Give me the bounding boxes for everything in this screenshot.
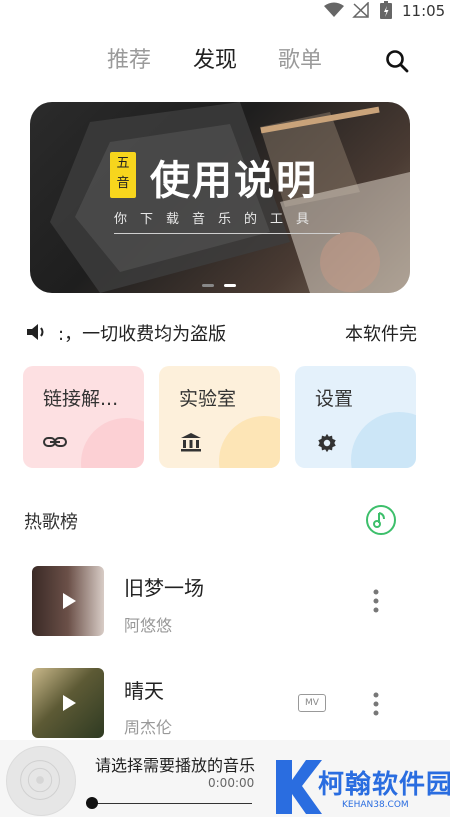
- music-note-icon: [373, 512, 385, 528]
- progress-knob[interactable]: [86, 797, 98, 809]
- search-icon[interactable]: [384, 48, 410, 74]
- watermark-text: 柯翰软件园: [318, 770, 450, 800]
- speaker-icon: [27, 324, 44, 340]
- card-title: 设置: [315, 388, 354, 410]
- watermark-url: KEHAN38.COM: [342, 800, 409, 810]
- card-decoration: [351, 412, 416, 468]
- battery-icon: [380, 1, 392, 19]
- disc-icon: [20, 760, 60, 800]
- badge-char-2: 音: [116, 176, 130, 191]
- status-time: 11:05: [402, 2, 446, 20]
- settings-card[interactable]: 设置: [295, 366, 416, 468]
- tab-playlist[interactable]: 歌单: [278, 42, 322, 74]
- link-parse-card[interactable]: 链接解...: [23, 366, 144, 468]
- bank-icon: [181, 433, 201, 452]
- song-title[interactable]: 旧梦一场: [124, 572, 204, 601]
- music-note-button[interactable]: [366, 505, 396, 535]
- carousel-dot-1[interactable]: [202, 284, 214, 287]
- app-screen: 11:05 推荐 发现 歌单 五 音 使用说明 你下载音乐的工具 :，一切收费均…: [0, 0, 450, 817]
- progress-track[interactable]: [92, 803, 252, 804]
- play-icon: [63, 593, 76, 609]
- song-artist: 周杰伦: [124, 718, 173, 737]
- player-title: 请选择需要播放的音乐: [95, 756, 256, 775]
- song-artist: 阿悠悠: [124, 616, 173, 635]
- play-icon: [63, 695, 76, 711]
- carousel-dot-2[interactable]: [224, 284, 236, 287]
- banner-subtitle: 你下载音乐的工具: [114, 212, 323, 227]
- card-decoration: [81, 418, 144, 468]
- card-title: 链接解...: [43, 388, 119, 410]
- song-cover[interactable]: [32, 668, 104, 738]
- banner-logo-badge: 五 音: [110, 152, 136, 198]
- banner-title: 使用说明: [150, 158, 318, 204]
- player-time: 0:00:00: [208, 776, 255, 790]
- card-decoration: [219, 416, 280, 468]
- lab-card[interactable]: 实验室: [159, 366, 280, 468]
- more-vert-icon[interactable]: [368, 588, 384, 614]
- notice-text: :，一切收费均为盗版: [58, 324, 227, 345]
- card-title: 实验室: [179, 388, 237, 410]
- hot-list-title: 热歌榜: [24, 512, 78, 533]
- song-cover[interactable]: [32, 566, 104, 636]
- gear-icon: [318, 433, 336, 453]
- signal-icon: [352, 2, 369, 18]
- banner-divider: [114, 233, 340, 234]
- mv-badge[interactable]: MV: [298, 694, 326, 712]
- wifi-icon: [324, 2, 344, 17]
- banner-carousel[interactable]: 五 音 使用说明 你下载音乐的工具: [30, 102, 410, 293]
- tab-discover[interactable]: 发现: [193, 42, 237, 74]
- album-disc[interactable]: [6, 746, 76, 816]
- notice-text-next: 本软件完: [345, 324, 417, 345]
- badge-char-1: 五: [116, 156, 130, 171]
- tab-recommend[interactable]: 推荐: [107, 42, 151, 74]
- status-bar: 11:05: [0, 0, 450, 24]
- link-icon: [43, 437, 67, 447]
- more-vert-icon[interactable]: [368, 691, 384, 717]
- song-title[interactable]: 晴天: [124, 675, 164, 704]
